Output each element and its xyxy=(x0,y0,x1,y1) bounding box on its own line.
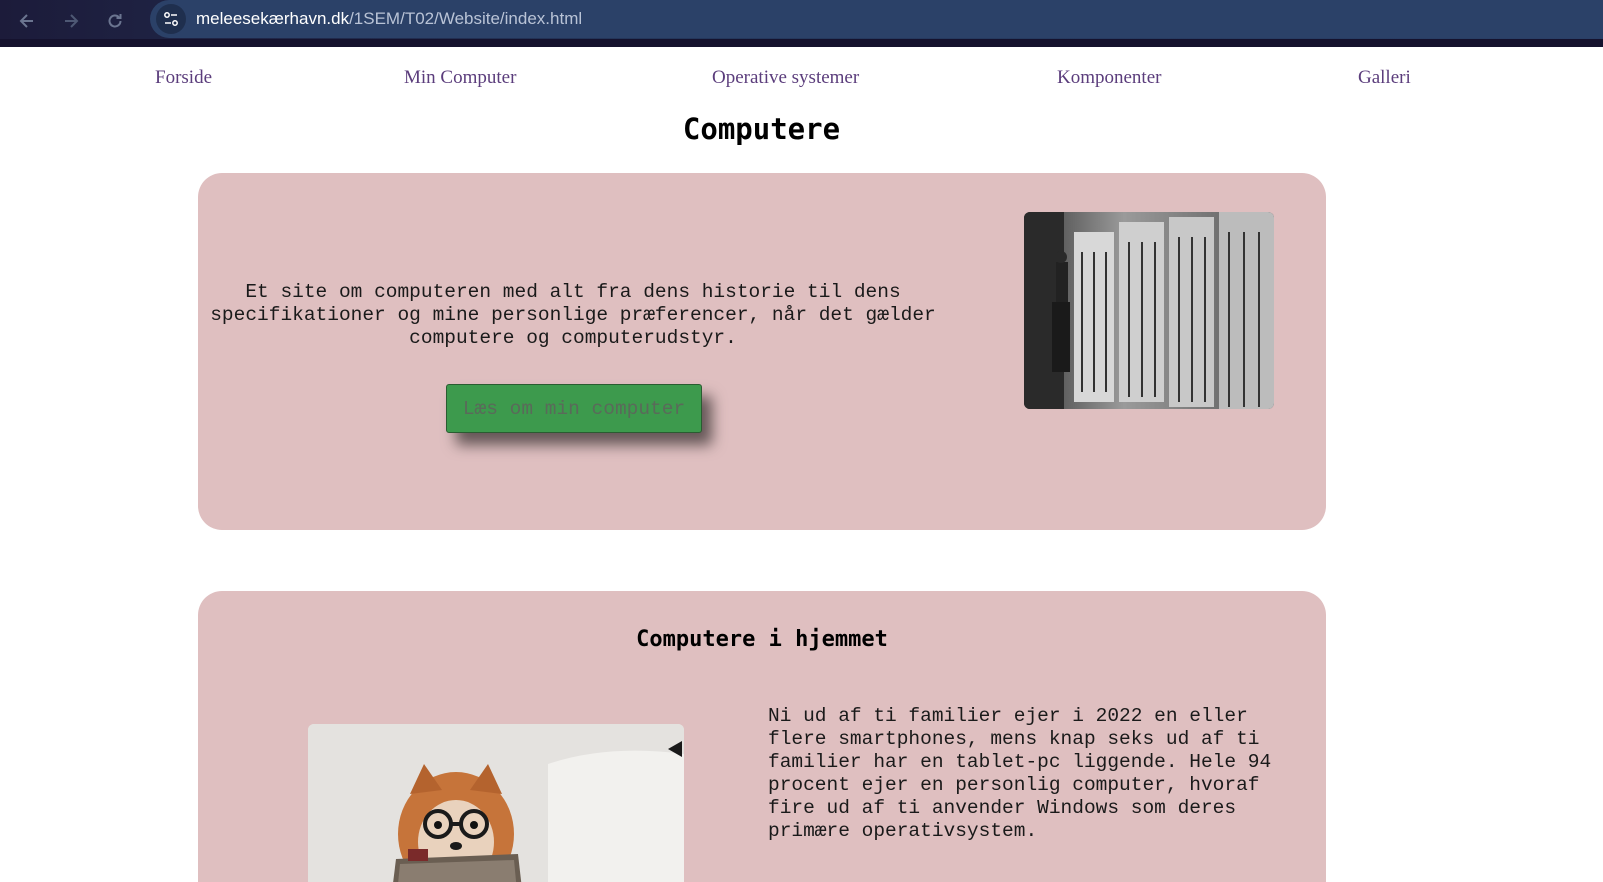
home-computers-text: Ni ud af ti familier ejer i 2022 en elle… xyxy=(768,705,1272,842)
url-path: /1SEM/T02/Website/index.html xyxy=(349,9,583,28)
forward-arrow-icon[interactable] xyxy=(56,6,86,36)
url-host: meleesekærhavn.dk xyxy=(196,9,350,28)
reload-icon[interactable] xyxy=(100,6,130,36)
home-computers-card: Computere i hjemmet Ni ud af ti familier… xyxy=(198,591,1326,882)
url-text[interactable]: meleesekærhavn.dk/1SEM/T02/Website/index… xyxy=(196,9,582,29)
vintage-computer-photo xyxy=(1024,212,1274,409)
back-arrow-icon[interactable] xyxy=(12,6,42,36)
read-about-my-computer-button[interactable]: Læs om min computer xyxy=(446,384,702,433)
nav-link-min-computer[interactable]: Min Computer xyxy=(404,67,516,89)
page-title: Computere xyxy=(682,112,841,146)
intro-card: Et site om computeren med alt fra dens h… xyxy=(198,173,1326,530)
nav-link-galleri[interactable]: Galleri xyxy=(1358,67,1411,89)
intro-text: Et site om computeren med alt fra dens h… xyxy=(210,281,936,349)
nav-link-operative-systemer[interactable]: Operative systemer xyxy=(712,67,859,89)
address-bar[interactable]: meleesekærhavn.dk/1SEM/T02/Website/index… xyxy=(150,0,1603,38)
nav-link-forside[interactable]: Forside xyxy=(155,67,212,89)
browser-toolbar: meleesekærhavn.dk/1SEM/T02/Website/index… xyxy=(0,0,1603,47)
nav-link-komponenter[interactable]: Komponenter xyxy=(1057,67,1161,89)
site-settings-icon[interactable] xyxy=(156,4,186,34)
section-heading: Computere i hjemmet xyxy=(636,627,888,652)
dog-with-laptop-photo xyxy=(308,724,684,882)
site-navigation: Forside Min Computer Operative systemer … xyxy=(0,55,1603,103)
